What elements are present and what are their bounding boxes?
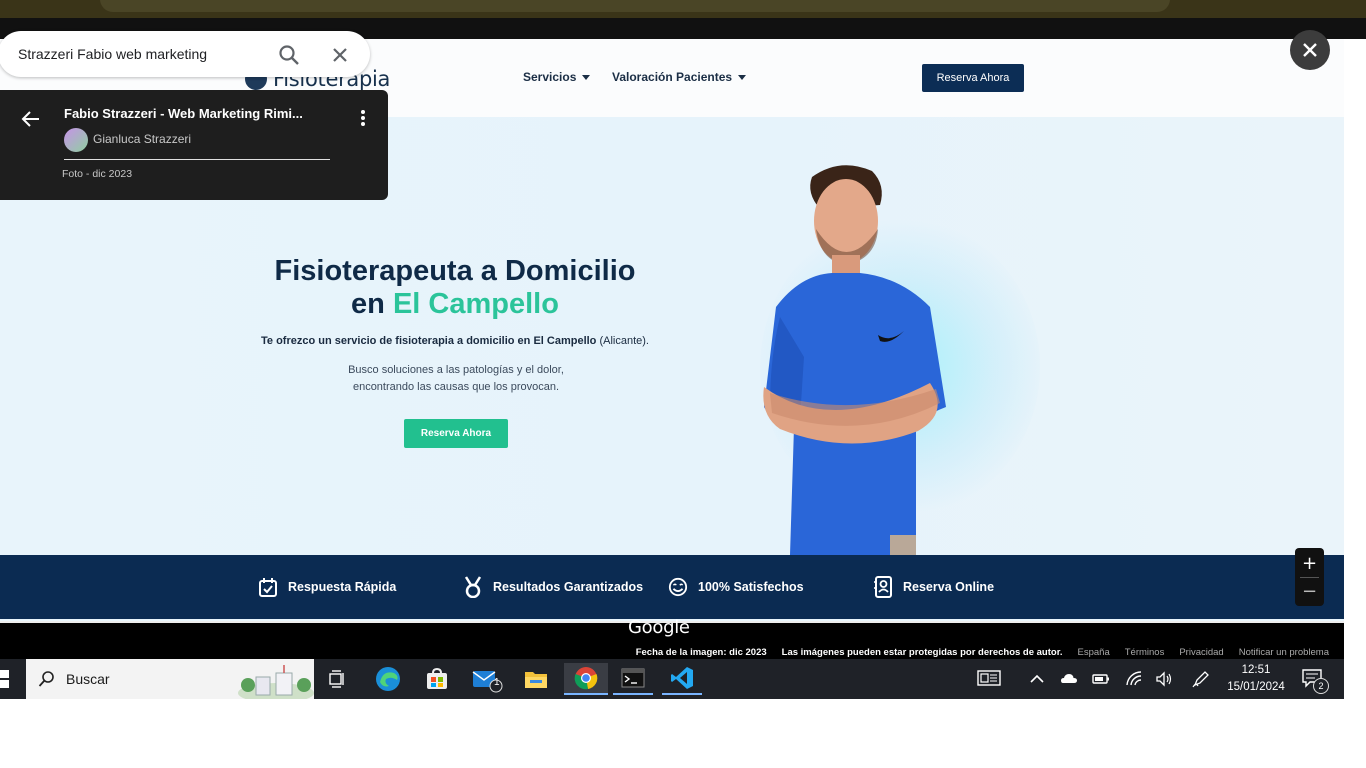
hero-sub-line1: Busco soluciones a las patologías y el d… bbox=[348, 364, 564, 376]
photo-title: Fabio Strazzeri - Web Marketing Rimi... bbox=[64, 106, 303, 121]
volume-icon[interactable] bbox=[1155, 670, 1173, 688]
taskbar-search[interactable]: Buscar bbox=[26, 659, 314, 699]
windows-taskbar: Buscar 1 12:51 15/01/2024 2 bbox=[0, 659, 1344, 699]
link-notificar[interactable]: Notificar un problema bbox=[1239, 647, 1329, 658]
photo-author[interactable]: Gianluca Strazzeri bbox=[93, 132, 191, 146]
maps-search-box[interactable]: Strazzeri Fabio web marketing bbox=[0, 31, 370, 77]
hero-title-accent: El Campello bbox=[392, 288, 559, 320]
link-espana[interactable]: España bbox=[1078, 647, 1110, 658]
search-icon[interactable] bbox=[278, 44, 300, 66]
hero-lead-bold: Te ofrezco un servicio de fisioterapia a… bbox=[261, 335, 597, 347]
hero-sub-line2: encontrando las causas que los provocan. bbox=[352, 381, 560, 393]
contact-book-icon bbox=[873, 576, 893, 598]
calendar-check-icon bbox=[258, 577, 278, 597]
hero-title-line2: en El Campello bbox=[230, 288, 680, 321]
pen-icon[interactable] bbox=[1192, 670, 1210, 688]
maps-footer-links: Fecha de la imagen: dic 2023 Las imágene… bbox=[636, 647, 1329, 658]
nav-valoracion-label: Valoración Pacientes bbox=[612, 70, 733, 84]
feature-label: Reserva Online bbox=[903, 580, 995, 594]
zoom-control: + − bbox=[1295, 548, 1324, 606]
photo-date: Foto - dic 2023 bbox=[62, 168, 133, 180]
more-vert-icon[interactable] bbox=[355, 108, 371, 128]
store-icon[interactable] bbox=[417, 663, 457, 695]
notification-badge: 2 bbox=[1313, 678, 1329, 694]
close-icon bbox=[1303, 43, 1317, 57]
taskbar-clock[interactable]: 12:51 15/01/2024 bbox=[1222, 662, 1290, 696]
chevron-up-icon[interactable] bbox=[1028, 670, 1046, 688]
terminal-icon[interactable] bbox=[613, 663, 653, 695]
onedrive-icon[interactable] bbox=[1060, 670, 1078, 688]
hero-subtext: Busco soluciones a las patologías y el d… bbox=[286, 362, 626, 396]
hero-lead: Te ofrezco un servicio de fisioterapia a… bbox=[230, 335, 680, 347]
battery-icon[interactable] bbox=[1092, 670, 1110, 688]
clock-date: 15/01/2024 bbox=[1227, 681, 1285, 693]
close-viewer-button[interactable] bbox=[1290, 30, 1330, 70]
zoom-out-button[interactable]: − bbox=[1295, 577, 1324, 605]
physiotherapist-photo bbox=[763, 165, 946, 555]
divider bbox=[64, 159, 330, 160]
hero-reserva-button[interactable]: Reserva Ahora bbox=[404, 419, 508, 448]
task-view-icon[interactable] bbox=[318, 663, 358, 695]
caret-down-icon bbox=[582, 74, 591, 80]
nav-servicios-label: Servicios bbox=[523, 70, 577, 84]
chrome-icon[interactable] bbox=[564, 663, 608, 695]
hero-title-prefix: en bbox=[351, 288, 393, 320]
close-icon[interactable] bbox=[329, 44, 351, 66]
news-widget-icon[interactable] bbox=[977, 669, 1001, 687]
feature-label: Respuesta Rápida bbox=[288, 580, 397, 594]
hero-lead-rest: (Alicante). bbox=[596, 335, 649, 347]
page-margin-bottom bbox=[0, 699, 1366, 768]
clock-time: 12:51 bbox=[1241, 664, 1271, 676]
mail-badge: 1 bbox=[494, 677, 500, 688]
file-explorer-icon[interactable] bbox=[516, 663, 556, 695]
search-highlight-illustration bbox=[238, 665, 314, 699]
edge-icon[interactable] bbox=[368, 663, 408, 695]
vscode-icon[interactable] bbox=[662, 663, 702, 695]
maps-footer: Google Fecha de la imagen: dic 2023 Las … bbox=[0, 617, 1344, 661]
feature-respuesta: Respuesta Rápida bbox=[258, 577, 396, 597]
link-terminos[interactable]: Términos bbox=[1125, 647, 1165, 658]
search-input[interactable]: Strazzeri Fabio web marketing bbox=[18, 46, 207, 62]
photo-info-card: Fabio Strazzeri - Web Marketing Rimi... … bbox=[0, 90, 388, 200]
hero-title-line1: Fisioterapeuta a Domicilio bbox=[274, 255, 636, 287]
feature-resultados: Resultados Garantizados bbox=[463, 576, 644, 598]
feature-label: Resultados Garantizados bbox=[493, 580, 644, 594]
smile-icon bbox=[668, 577, 688, 597]
nav-servicios[interactable]: Servicios bbox=[523, 70, 591, 84]
feature-satisfechos: 100% Satisfechos bbox=[668, 577, 804, 597]
hero-title: Fisioterapeuta a Domicilio en El Campell… bbox=[230, 255, 680, 321]
copyright-note: Las imágenes pueden estar protegidas por… bbox=[781, 647, 1063, 658]
address-bar[interactable] bbox=[100, 0, 1170, 12]
start-icon[interactable] bbox=[0, 669, 10, 689]
image-date: Fecha de la imagen: dic 2023 bbox=[635, 647, 767, 658]
caret-down-icon bbox=[738, 74, 747, 80]
feature-label: 100% Satisfechos bbox=[698, 580, 804, 594]
page-margin-right bbox=[1344, 39, 1366, 699]
link-privacidad[interactable]: Privacidad bbox=[1179, 647, 1223, 658]
features-bar: Respuesta Rápida Resultados Garantizados… bbox=[0, 555, 1344, 619]
mail-icon[interactable]: 1 bbox=[467, 663, 507, 695]
search-icon bbox=[38, 670, 56, 688]
back-arrow-icon[interactable] bbox=[20, 108, 42, 130]
taskbar-search-placeholder: Buscar bbox=[66, 671, 110, 687]
feature-reserva-online: Reserva Online bbox=[873, 576, 995, 598]
notification-icon[interactable]: 2 bbox=[1302, 668, 1329, 694]
wifi-icon[interactable] bbox=[1125, 670, 1143, 688]
zoom-in-button[interactable]: + bbox=[1295, 549, 1324, 577]
nav-reserva-button[interactable]: Reserva Ahora bbox=[922, 64, 1024, 92]
google-logo: Google bbox=[628, 617, 690, 638]
avatar[interactable] bbox=[64, 128, 88, 152]
medal-icon bbox=[463, 576, 483, 598]
nav-valoracion[interactable]: Valoración Pacientes bbox=[612, 70, 747, 84]
